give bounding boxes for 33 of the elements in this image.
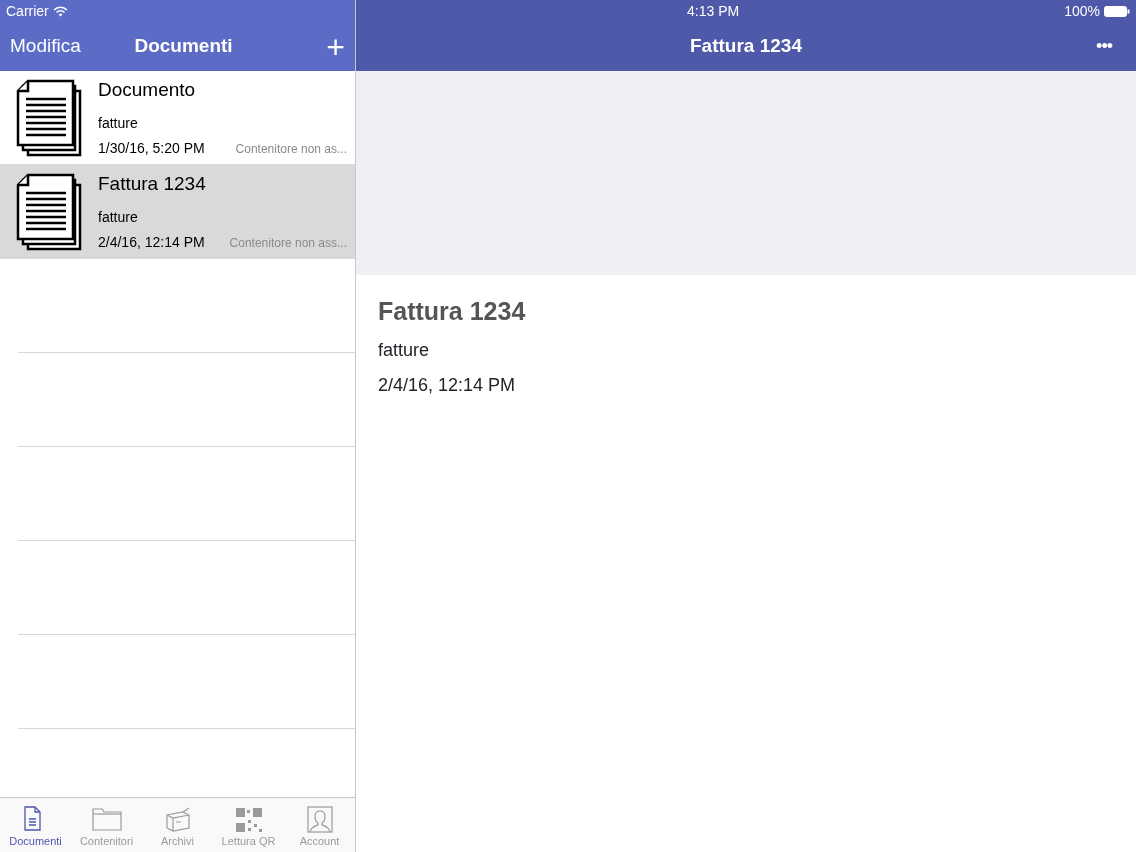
nav-title: Documenti [134,34,233,59]
document-title: Documento [98,78,197,103]
folder-label: fatture [98,207,139,227]
documents-icon [16,172,82,251]
folder-icon [91,805,122,833]
add-button[interactable]: + [326,30,345,63]
document-title: Fattura 1234 [98,172,207,197]
date-label: 2/4/16, 12:14 PM [378,373,517,397]
account-icon [304,805,335,833]
document-row[interactable]: Fattura 1234 fatture 2/4/16, 12:14 PM Contenitore non ass... [0,165,355,259]
more-button[interactable]: ••• [1096,33,1112,60]
tab-button[interactable]: Contenitori [71,798,142,852]
container-label: Contenitore non ass... [229,234,347,252]
container-label: Contenitore non as... [235,140,347,158]
carrier-label: Carrier [6,1,49,21]
tab-button[interactable]: Archivi [142,798,213,852]
edit-button[interactable]: Modifica [10,32,81,61]
battery-label: 100% [1064,1,1100,21]
folder-label: fatture [378,338,431,362]
folder-label: fatture [98,113,139,133]
document-title: Fattura 1234 [378,296,527,327]
tab-button[interactable]: Lettura QR [213,798,284,852]
date-label: 2/4/16, 12:14 PM [98,232,205,252]
nav-title: Fattura 1234 [690,35,802,57]
wifi-icon [52,5,68,17]
documents-icon [16,78,82,157]
battery-icon [1104,5,1130,17]
date-label: 1/30/16, 5:20 PM [98,138,205,158]
qr-icon [233,805,264,833]
document-row[interactable]: Documento fatture 1/30/16, 5:20 PM Contenitore non as... [0,71,355,165]
clock-label: 4:13 PM [687,2,740,19]
tab-button[interactable]: Account [284,798,355,852]
tab-button[interactable]: Documenti [0,798,71,852]
